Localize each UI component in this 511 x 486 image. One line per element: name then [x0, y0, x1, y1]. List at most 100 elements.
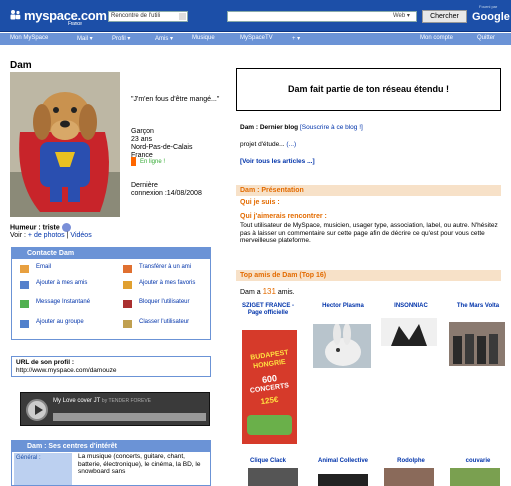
blog-entry-more-link[interactable]: (...) — [286, 141, 296, 148]
mood-label: Humeur : triste — [10, 224, 60, 232]
online-label: En ligne ! — [140, 159, 166, 166]
music-player: My Love cover JT by TENDER FOREVE — [20, 392, 210, 426]
blog-title: Dam : Dernier blog — [240, 124, 299, 131]
nav-logout[interactable]: Quitter — [477, 35, 495, 41]
online-status: En ligne ! — [131, 157, 165, 166]
friend-photo-1[interactable]: BUDAPEST HONGRIE 600 CONCERTS 125€ — [242, 330, 297, 444]
friend-count-suffix: amis. — [277, 289, 295, 296]
view-links: Voir : + de photos | Vidéos — [10, 232, 92, 239]
friend-name-5[interactable]: Clique Clack — [238, 458, 298, 465]
contact-action-1[interactable]: Email — [36, 264, 100, 271]
friend-photo-4[interactable] — [449, 322, 505, 366]
web-select[interactable]: Web ▾ — [393, 12, 410, 19]
im-icon — [20, 300, 29, 308]
profile-url-label: URL de son profil : — [16, 359, 75, 366]
nav-more[interactable]: + ▾ — [292, 35, 300, 42]
last-login-label: Dernière — [131, 182, 158, 189]
profile-url[interactable]: http://www.myspace.com/damouze — [16, 367, 116, 374]
profile-quote: "J'm'en fous d'être mangé..." — [131, 96, 220, 103]
friend-photo-2[interactable] — [313, 324, 371, 368]
band-photo-illustration — [449, 322, 505, 366]
all-articles-link[interactable]: [Voir tous les articles ...] — [240, 158, 315, 165]
rabbit-illustration — [313, 324, 371, 368]
view-separator: | — [66, 232, 69, 239]
profile-info: Garçon 23 ans Nord-Pas-de-Calais France — [131, 128, 192, 160]
friend-photo-7[interactable] — [384, 468, 434, 486]
friend-name-4[interactable]: The Mars Volta — [448, 303, 508, 310]
song-title: My Love cover JT by TENDER FOREVE — [53, 398, 151, 404]
friend-photo-8[interactable] — [450, 468, 500, 486]
group-icon — [20, 320, 29, 328]
nav-my-myspace[interactable]: Mon MySpace — [10, 35, 48, 41]
mood: Humeur : triste — [10, 223, 71, 232]
myspace-logo[interactable]: myspace.com France — [10, 8, 107, 27]
search-type-select[interactable]: Rencontre de l'utili — [108, 11, 188, 22]
contact-action-5[interactable]: Message Instantané — [36, 299, 100, 306]
subscribe-blog-link[interactable]: [Souscrire à ce blog !] — [300, 124, 363, 131]
forward-icon — [123, 265, 132, 273]
interests-general-label: Général : — [14, 453, 72, 485]
profile-photo[interactable] — [10, 72, 120, 217]
add-friend-icon — [20, 281, 29, 289]
friend-photo-6[interactable] — [318, 474, 368, 486]
blog-entry: projet d'étude... (...) — [240, 141, 296, 148]
web-select-label: Web — [393, 13, 406, 19]
song-artist: by TENDER FOREVE — [101, 398, 152, 404]
favorite-icon — [123, 281, 132, 289]
search-input[interactable] — [227, 11, 417, 22]
profile-region: Nord-Pas-de-Calais — [131, 144, 193, 151]
friend-name-8[interactable]: couvarie — [448, 458, 508, 465]
nav-friends[interactable]: Amis ▾ — [155, 35, 173, 42]
friend-count-prefix: Dam a — [240, 289, 261, 296]
videos-link[interactable]: Vidéos — [70, 232, 91, 239]
google-sub: Fourni par — [479, 4, 498, 9]
friend-name-2[interactable]: Hector Plasma — [313, 303, 373, 310]
who-to-meet-label: Qui j'aimerais rencontrer : — [240, 213, 327, 220]
top-bar: myspace.com France Rencontre de l'utili … — [0, 0, 511, 32]
nav-music[interactable]: Musique — [192, 35, 215, 41]
block-icon — [123, 300, 132, 308]
friend-photo-5[interactable] — [248, 468, 298, 486]
presentation-title: Dam : Présentation — [236, 185, 501, 196]
more-photos-link[interactable]: + de photos — [28, 232, 65, 239]
contact-title: Contacte Dam — [12, 248, 210, 259]
song-name: My Love cover JT — [53, 398, 101, 404]
contact-action-8[interactable]: Classer l'utilisateur — [139, 319, 203, 326]
sad-smiley-icon — [61, 223, 71, 232]
friend-count-number[interactable]: 131 — [263, 287, 276, 296]
profile-gender: Garçon — [131, 128, 154, 135]
contact-action-2[interactable]: Transférer à un ami — [139, 264, 203, 271]
friend-name-1[interactable]: SZIGET FRANCE - Page officielle — [238, 303, 298, 317]
top-friends-title: Top amis de Dam (Top 16) — [236, 270, 501, 281]
nav-profile[interactable]: Profil ▾ — [112, 35, 130, 42]
friend-count: Dam a 131 amis. — [240, 287, 295, 296]
chevron-down-icon: ▾ — [406, 13, 410, 19]
contact-action-4[interactable]: Ajouter à mes favoris — [139, 280, 203, 287]
interests-box: Dam : Ses centres d'intérêt Général : La… — [11, 440, 211, 486]
main-nav: Mon MySpace Mail ▾ Profil ▾ Amis ▾ Musiq… — [0, 33, 511, 45]
friend-name-3[interactable]: INSONNIAC — [381, 303, 441, 310]
online-man-icon — [131, 157, 136, 166]
who-i-am-label: Qui je suis : — [240, 199, 280, 206]
friend-name-7[interactable]: Rodolphe — [381, 458, 441, 465]
contact-action-6[interactable]: Bloquer l'utilisateur — [139, 299, 203, 306]
search-button[interactable]: Chercher — [422, 10, 467, 23]
friend-name-6[interactable]: Animal Collective — [313, 458, 373, 465]
nav-my-account[interactable]: Mon compte — [420, 35, 453, 41]
view-label: Voir : — [10, 232, 26, 239]
contact-action-7[interactable]: Ajouter au groupe — [36, 319, 100, 326]
interests-title: Dam : Ses centres d'intérêt — [12, 441, 210, 452]
dog-superman-illustration — [10, 72, 120, 217]
nav-myspacetv[interactable]: MySpaceTV — [240, 35, 273, 41]
logo-people-icon — [10, 10, 21, 20]
play-button[interactable] — [26, 399, 48, 421]
profile-name: Dam — [10, 60, 32, 71]
nav-mail[interactable]: Mail ▾ — [77, 35, 93, 42]
presentation-text: Tout utilisateur de MySpace, musicien, u… — [240, 222, 498, 244]
contact-action-3[interactable]: Ajouter à mes amis — [36, 280, 100, 287]
band-silhouette-illustration — [381, 318, 437, 346]
last-login: Dernière connexion :14/08/2008 — [131, 182, 202, 198]
logo-sub: France — [68, 21, 82, 27]
friend-photo-3[interactable] — [381, 318, 437, 346]
player-controls-bar[interactable] — [53, 413, 206, 421]
